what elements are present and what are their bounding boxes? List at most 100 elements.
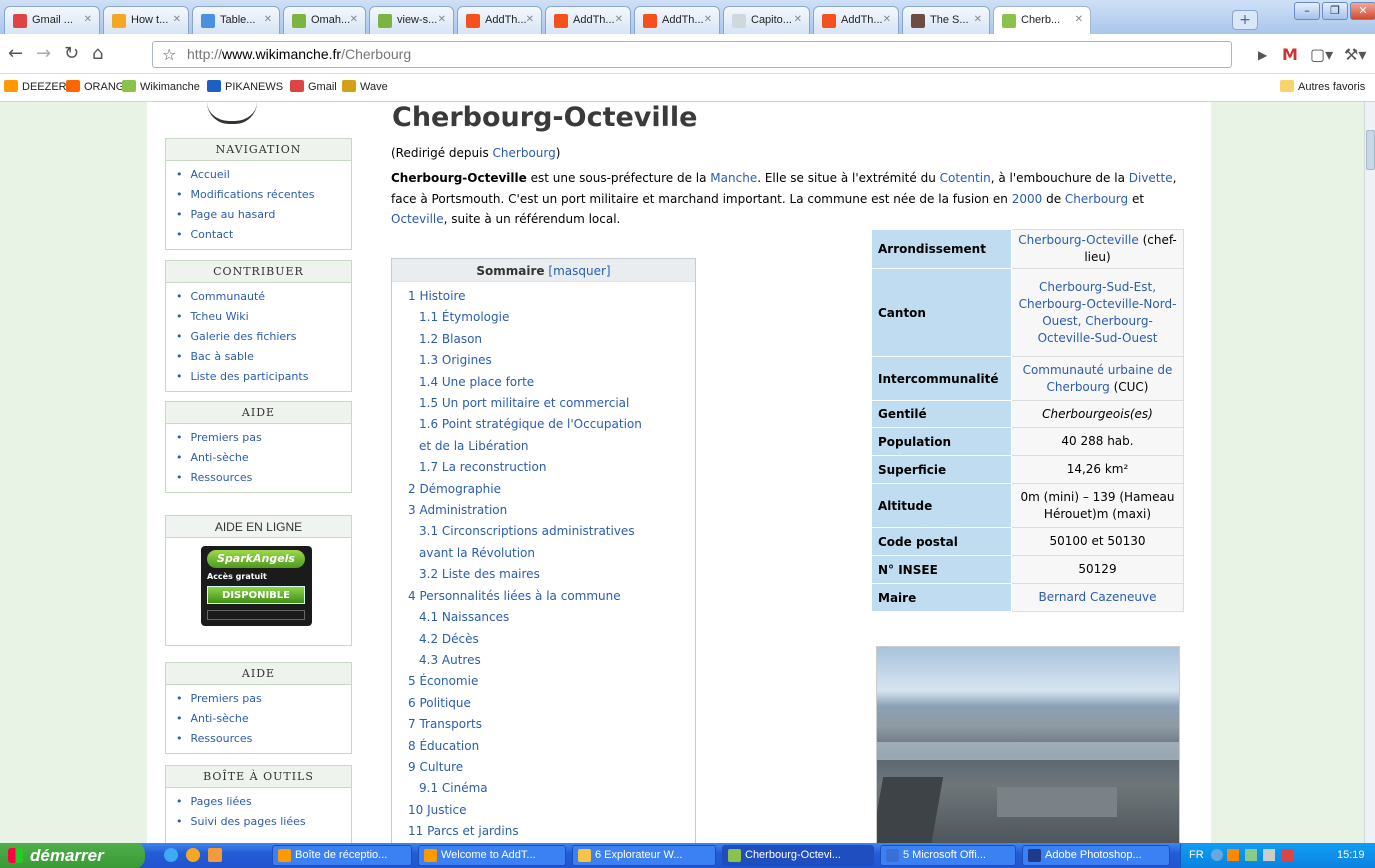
tray-icon[interactable] — [1245, 849, 1257, 861]
start-button[interactable]: démarrer — [0, 843, 145, 868]
toc-entry[interactable]: 3.2 Liste des maires — [392, 564, 695, 585]
sidebar-link[interactable]: Pages liées — [176, 792, 351, 812]
browser-tab[interactable]: Gmail ... ✕ — [4, 6, 100, 34]
toc-entry[interactable]: 10 Justice — [392, 800, 695, 821]
browser-tab[interactable]: Capito... ✕ — [723, 6, 810, 34]
toc-entry[interactable]: 11 Parcs et jardins — [392, 821, 695, 842]
tab-close-icon[interactable]: ✕ — [438, 14, 446, 25]
tab-close-icon[interactable]: ✕ — [1075, 14, 1083, 25]
toc-entry[interactable]: 7 Transports — [392, 714, 695, 735]
sidebar-link[interactable]: Contact — [176, 225, 351, 245]
toc-entry[interactable]: 3.1 Circonscriptions administratives — [392, 521, 695, 542]
toc-entry[interactable]: 2 Démographie — [392, 479, 695, 500]
play-icon[interactable]: ▶ — [1258, 48, 1267, 62]
tab-close-icon[interactable]: ✕ — [173, 14, 181, 25]
sidebar-link[interactable]: Tcheu Wiki — [176, 307, 351, 327]
browser-tab[interactable]: How t... ✕ — [103, 6, 189, 34]
bookmark-item[interactable]: Wikimanche — [122, 80, 200, 93]
browser-tab[interactable]: The S... ✕ — [902, 6, 990, 34]
tab-close-icon[interactable]: ✕ — [794, 14, 802, 25]
browser-tab[interactable]: Omah... ✕ — [283, 6, 366, 34]
tab-close-icon[interactable]: ✕ — [704, 14, 712, 25]
wrench-icon[interactable]: ⚒▾ — [1344, 45, 1366, 64]
toc-entry[interactable]: 1.3 Origines — [392, 350, 695, 371]
toc-entry[interactable]: 6 Politique — [392, 693, 695, 714]
infobox-value[interactable]: Communauté urbaine de Cherbourg (CUC) — [1011, 356, 1184, 401]
taskbar-button[interactable]: 6 Explorateur W... — [572, 845, 716, 866]
minimize-button[interactable]: – — [1294, 2, 1320, 20]
link-cotentin[interactable]: Cotentin — [940, 171, 991, 185]
toc-entry[interactable]: avant la Révolution — [392, 543, 695, 564]
toc-entry[interactable]: 1.2 Blason — [392, 329, 695, 350]
link-manche[interactable]: Manche — [710, 171, 757, 185]
sidebar-link[interactable]: Accueil — [176, 165, 351, 185]
toc-entry[interactable]: 3 Administration — [392, 500, 695, 521]
tray-icon[interactable] — [1227, 849, 1239, 861]
tray-icon[interactable] — [1281, 849, 1293, 861]
tray-icon[interactable] — [1211, 849, 1223, 861]
taskbar-button[interactable]: 5 Microsoft Offi... — [880, 845, 1016, 866]
infobox-value-text[interactable]: Cherbourg-Octeville — [1018, 233, 1139, 247]
new-tab-button[interactable]: + — [1232, 10, 1258, 30]
toc-entry[interactable]: 1 Histoire — [392, 286, 695, 307]
browser-tab[interactable]: Cherb... ✕ — [993, 6, 1091, 35]
toc-entry[interactable]: 1.7 La reconstruction — [392, 457, 695, 478]
gmail-icon[interactable]: M — [1282, 45, 1298, 64]
bookmark-item[interactable]: PIKANEWS — [207, 80, 283, 93]
page-menu-icon[interactable]: ▢▾ — [1310, 45, 1333, 64]
sidebar-link[interactable]: Galerie des fichiers — [176, 327, 351, 347]
other-bookmarks[interactable]: Autres favoris — [1280, 80, 1365, 93]
toc-entry[interactable]: 9 Culture — [392, 757, 695, 778]
sidebar-link[interactable]: Premiers pas — [176, 428, 351, 448]
taskbar-button[interactable]: Adobe Photoshop... — [1022, 845, 1170, 866]
toc-entry[interactable]: 1.6 Point stratégique de l'Occupation — [392, 414, 695, 435]
firefox-quicklaunch-icon[interactable] — [186, 848, 200, 862]
maximize-button[interactable]: ❐ — [1322, 2, 1348, 20]
back-button[interactable]: ← — [8, 44, 23, 64]
sidebar-link[interactable]: Premiers pas — [176, 689, 351, 709]
sidebar-link[interactable]: Anti-sèche — [176, 709, 351, 729]
browser-tab[interactable]: view-s... ✕ — [369, 6, 454, 34]
browser-tab[interactable]: AddTh... ✕ — [545, 6, 631, 34]
sidebar-link[interactable]: Suivi des pages liées — [176, 812, 351, 832]
language-indicator[interactable]: FR — [1189, 843, 1204, 868]
toc-entry[interactable]: 4 Personnalités liées à la commune — [392, 586, 695, 607]
toc-entry[interactable]: 8 Éducation — [392, 736, 695, 757]
toc-toggle-link[interactable]: [masquer] — [548, 264, 610, 278]
link-octeville[interactable]: Octeville — [391, 212, 444, 226]
bookmark-star-icon[interactable]: ☆ — [162, 45, 176, 65]
tab-close-icon[interactable]: ✕ — [350, 14, 358, 25]
forward-button[interactable]: → — [36, 44, 51, 64]
bookmark-item[interactable]: DEEZER — [4, 80, 67, 93]
home-button[interactable]: ⌂ — [92, 44, 103, 64]
browser-tab[interactable]: AddTh... ✕ — [813, 6, 899, 34]
sidebar-link[interactable]: Liste des participants — [176, 367, 351, 387]
toc-entry[interactable]: 1.1 Étymologie — [392, 307, 695, 328]
link-divette[interactable]: Divette — [1129, 171, 1173, 185]
browser-tab[interactable]: Table... ✕ — [192, 6, 280, 34]
taskbar-button[interactable]: Welcome to AddT... — [418, 845, 566, 866]
tab-close-icon[interactable]: ✕ — [974, 14, 982, 25]
link-2000[interactable]: 2000 — [1012, 192, 1043, 206]
infobox-value[interactable]: Cherbourg-Octeville (chef-lieu) — [1011, 229, 1184, 269]
toc-entry[interactable]: 1.5 Un port militaire et commercial — [392, 393, 695, 414]
tab-close-icon[interactable]: ✕ — [615, 14, 623, 25]
app-quicklaunch-icon[interactable] — [208, 848, 222, 862]
sparkangels-badge[interactable]: SparkAngels Accès gratuit DISPONIBLE — [201, 546, 312, 626]
scrollbar-thumb[interactable] — [1366, 130, 1375, 170]
sidebar-link[interactable]: Anti-sèche — [176, 448, 351, 468]
tab-close-icon[interactable]: ✕ — [526, 14, 534, 25]
toc-entry[interactable]: 9.1 Cinéma — [392, 778, 695, 799]
toc-entry[interactable]: 4.1 Naissances — [392, 607, 695, 628]
volume-icon[interactable] — [1263, 849, 1275, 861]
tab-close-icon[interactable]: ✕ — [84, 14, 92, 25]
infobox-value-text[interactable]: Cherbourg-Sud-Est, Cherbourg-Octeville-N… — [1019, 280, 1177, 345]
address-bar[interactable]: http://www.wikimanche.fr/Cherbourg — [152, 41, 1232, 68]
tab-close-icon[interactable]: ✕ — [264, 14, 272, 25]
toc-entry[interactable]: 4.3 Autres — [392, 650, 695, 671]
sidebar-link[interactable]: Ressources — [176, 729, 351, 749]
bookmark-item[interactable]: Gmail — [290, 80, 337, 93]
browser-tab[interactable]: AddTh... ✕ — [457, 6, 542, 34]
bookmark-item[interactable]: Wave — [342, 80, 388, 93]
toc-entry[interactable]: et de la Libération — [392, 436, 695, 457]
